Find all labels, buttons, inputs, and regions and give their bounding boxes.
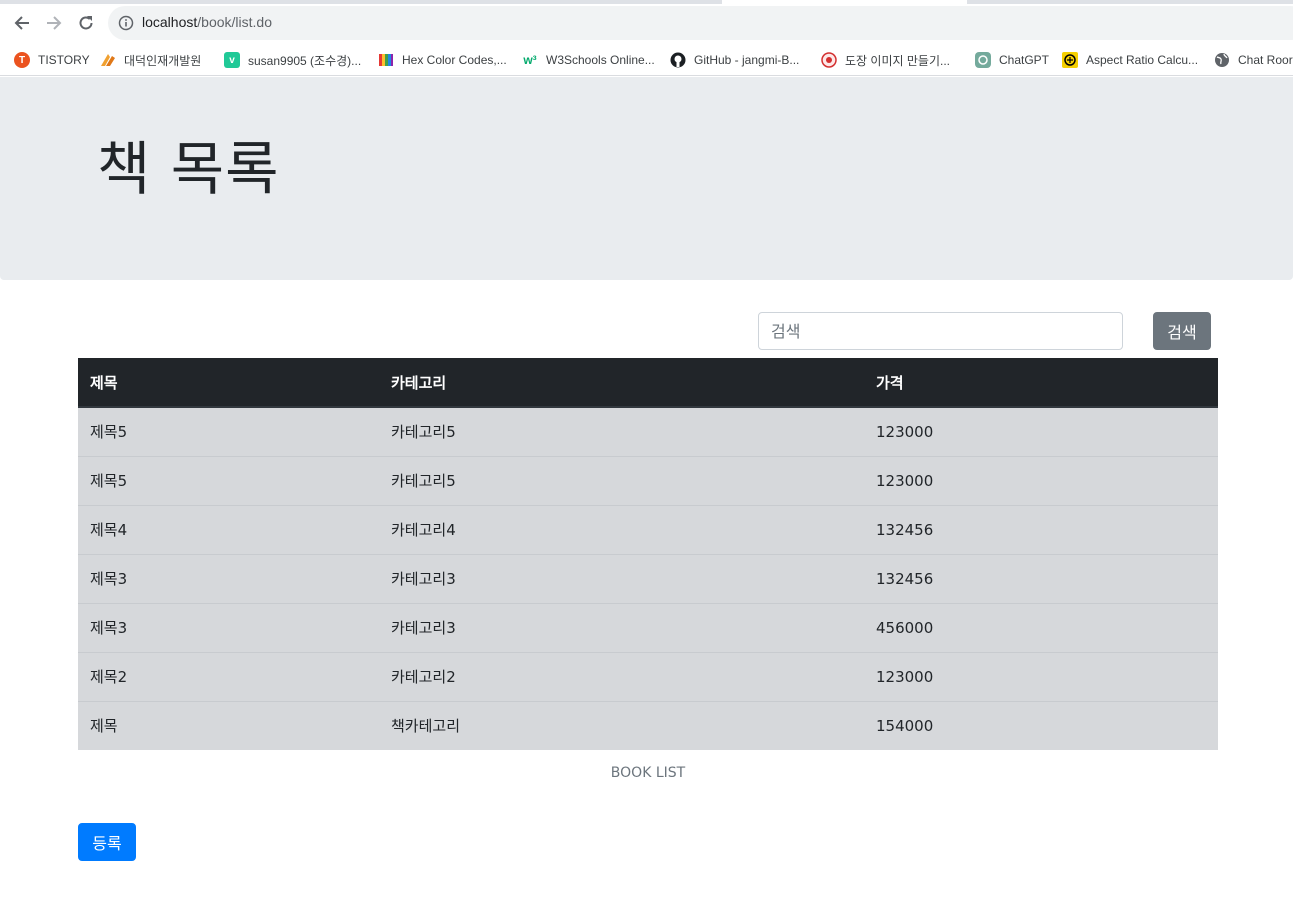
stamp-icon [821,52,837,68]
browser-toolbar: localhost/book/list.do [0,0,1293,44]
bookmark-label: Hex Color Codes,... [402,53,507,67]
reload-icon [79,16,93,30]
column-header-category: 카테고리 [379,358,864,408]
bookmark-label: Aspect Ratio Calcu... [1086,53,1199,67]
column-header-title: 제목 [78,358,379,408]
bookmark-label: susan9905 (조수경)... [248,53,362,68]
chatgpt-icon [975,52,991,68]
bookmark-github[interactable]: GitHub - jangmi-B... [670,50,799,70]
reload-button[interactable] [74,11,98,35]
table-row[interactable]: 제목 책카테고리 154000 [78,700,1218,750]
cell-title[interactable]: 제목2 [78,651,379,701]
register-button[interactable]: 등록 [78,823,136,861]
bookmark-label: Chat Roor [1238,53,1293,67]
cell-title[interactable]: 제목3 [78,553,379,603]
cell-title[interactable]: 제목3 [78,602,379,652]
cell-category: 카테고리2 [379,651,864,701]
bookmark-ddit[interactable]: 대덕인재개발원 [100,50,201,70]
table-header-row: 제목 카테고리 가격 [78,358,1218,408]
url-host: localhost [142,14,198,30]
cell-price: 132456 [864,504,1218,554]
bookmark-stamp[interactable]: 도장 이미지 만들기... [821,50,950,70]
cell-category: 카테고리3 [379,602,864,652]
book-table: 제목 카테고리 가격 제목5 카테고리5 123000 제목5 카테고리5 12… [78,358,1218,750]
table-row[interactable]: 제목3 카테고리3 456000 [78,602,1218,652]
forward-button[interactable] [42,11,66,35]
back-button[interactable] [10,11,34,35]
bookmark-label: ChatGPT [999,53,1050,67]
table-row[interactable]: 제목3 카테고리3 132456 [78,553,1218,603]
tab-strip-edge [0,0,1293,4]
cell-price: 132456 [864,553,1218,603]
hexcolor-icon [378,52,394,68]
cell-title[interactable]: 제목 [78,700,379,750]
search-input[interactable] [758,312,1123,350]
tistory-icon: T [14,52,30,68]
arrow-left-icon [14,16,29,30]
bookmark-label: 대덕인재개발원 [124,53,202,68]
cell-price: 123000 [864,407,1218,456]
bookmark-chatgpt[interactable]: ChatGPT [975,50,1049,70]
cell-category: 카테고리3 [379,553,864,603]
search-button[interactable]: 검색 [1153,312,1211,350]
bookmark-velog[interactable]: v susan9905 (조수경)... [224,50,361,70]
bookmark-label: GitHub - jangmi-B... [694,53,800,67]
cell-price: 154000 [864,700,1218,750]
site-info-icon[interactable] [118,15,134,35]
arrow-right-icon [47,16,62,30]
cell-category: 카테고리5 [379,455,864,505]
cell-title[interactable]: 제목5 [78,455,379,505]
page-title: 책 목록 [97,135,280,203]
table-row[interactable]: 제목5 카테고리5 123000 [78,407,1218,456]
table-row[interactable]: 제목2 카테고리2 123000 [78,651,1218,701]
cell-category: 책카테고리 [379,700,864,750]
cell-price: 123000 [864,651,1218,701]
url-text[interactable]: localhost/book/list.do [142,14,272,30]
bookmark-label: 도장 이미지 만들기... [845,53,950,68]
globe-icon [1214,52,1230,68]
cell-category: 카테고리5 [379,407,864,456]
bookmarks-bar: T TISTORY 대덕인재개발원 v susan9905 (조수경)... H… [0,44,1293,76]
aspect-ratio-icon [1062,52,1078,68]
w3schools-icon: w³ [523,53,537,67]
bookmark-hexcolor[interactable]: Hex Color Codes,... [378,50,507,70]
table-row[interactable]: 제목4 카테고리4 132456 [78,504,1218,554]
cell-title[interactable]: 제목4 [78,504,379,554]
cell-price: 456000 [864,602,1218,652]
bookmark-aspect-ratio[interactable]: Aspect Ratio Calcu... [1062,50,1198,70]
ddit-icon [100,52,116,68]
github-icon [670,52,686,68]
bookmark-label: TISTORY [38,53,90,67]
bookmark-chat-room[interactable]: Chat Roor [1214,50,1293,70]
address-bar[interactable]: localhost/book/list.do [108,6,1293,40]
bookmark-label: W3Schools Online... [546,53,655,67]
velog-icon: v [224,52,240,68]
column-header-price: 가격 [864,358,1218,408]
url-path: /book/list.do [197,14,272,30]
cell-category: 카테고리4 [379,504,864,554]
bookmark-tistory[interactable]: T TISTORY [14,50,90,70]
table-row[interactable]: 제목5 카테고리5 123000 [78,455,1218,505]
cell-title[interactable]: 제목5 [78,407,379,456]
bookmark-w3schools[interactable]: w³ W3Schools Online... [522,50,655,70]
cell-price: 123000 [864,455,1218,505]
table-caption: BOOK LIST [610,765,686,781]
page-header: 책 목록 [0,77,1293,280]
